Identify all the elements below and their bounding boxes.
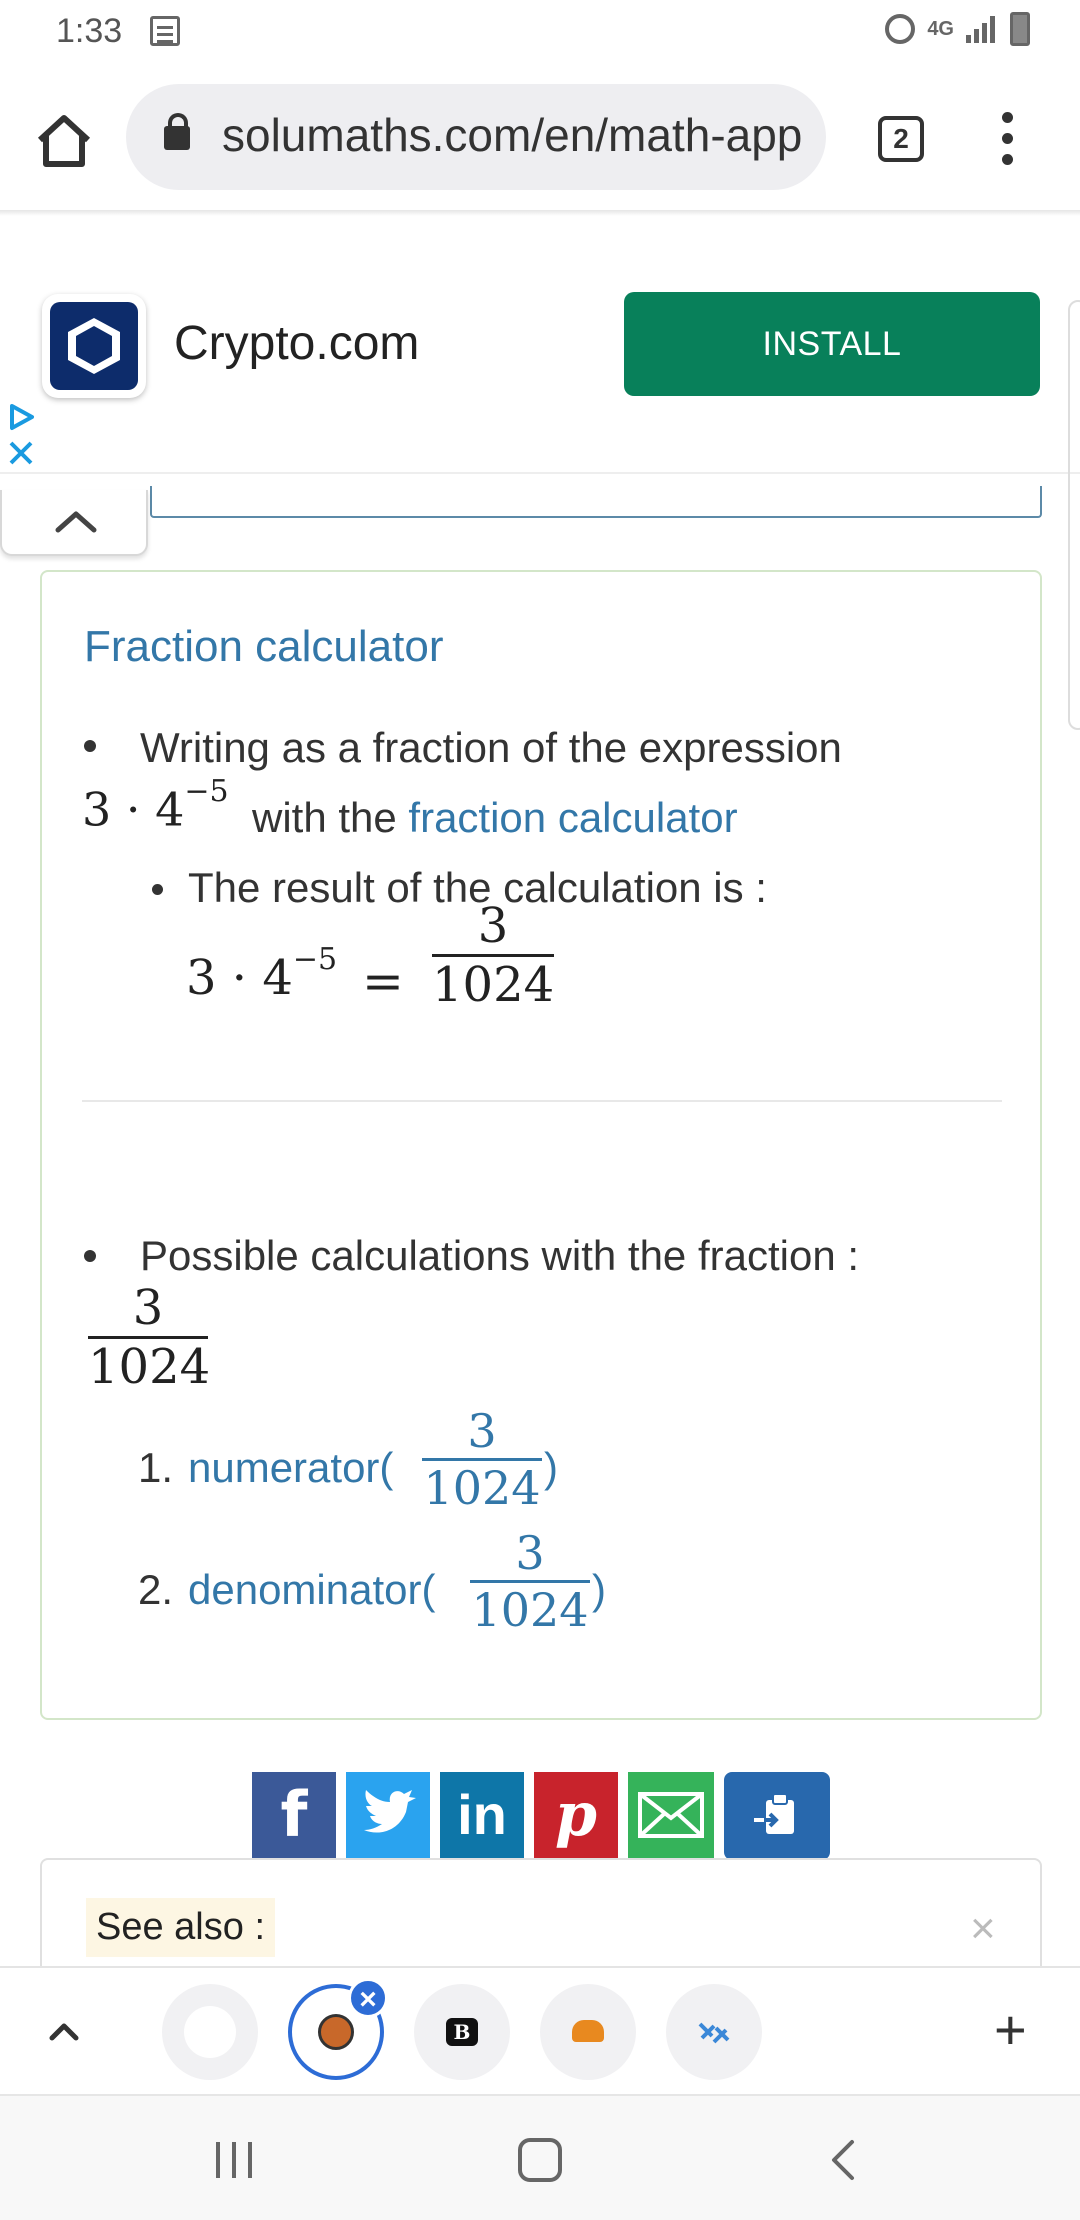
bullet	[152, 884, 163, 895]
ad-title[interactable]: Crypto.com	[174, 316, 419, 371]
numerator-link-fraction[interactable]: 3 1024	[422, 1404, 542, 1515]
share-facebook-button[interactable]: f	[252, 1772, 336, 1858]
copy-link-button[interactable]	[724, 1772, 830, 1860]
tab-switcher-button[interactable]: 2	[878, 116, 924, 162]
denominator-link-close[interactable]: )	[592, 1566, 606, 1614]
list-number-2: 2.	[138, 1566, 174, 1613]
result-denominator: 1024	[432, 957, 555, 1013]
ad-close-icon[interactable]	[6, 438, 36, 468]
ad-choices-icon[interactable]	[6, 402, 36, 432]
twitter-bird-icon	[364, 1790, 416, 1833]
solumaths-favicon	[318, 2014, 354, 2050]
section2-intro: Possible calculations with the fraction …	[140, 1232, 860, 1279]
result-numerator: 3	[477, 898, 509, 954]
card-title: Fraction calculator	[84, 622, 444, 671]
recent-apps-icon[interactable]	[216, 2142, 256, 2178]
mammoth-favicon	[572, 2020, 604, 2042]
ad-edge-frame	[1068, 300, 1080, 730]
fraction-numerator: 3	[132, 1280, 164, 1336]
more-menu-icon[interactable]	[992, 112, 1022, 166]
back-icon[interactable]	[824, 2138, 864, 2182]
address-bar[interactable]: solumaths.com/en/math-app	[126, 84, 826, 190]
result-lhs: 3 · 4−5	[186, 942, 338, 1006]
lock-icon	[164, 113, 190, 150]
share-email-button[interactable]	[628, 1772, 714, 1858]
chevron-up-icon[interactable]	[44, 2012, 84, 2052]
chevron-up-icon	[55, 511, 97, 533]
tab-blank[interactable]	[162, 1984, 258, 2080]
list-number-1: 1.	[138, 1444, 174, 1491]
pinterest-icon: p	[555, 1780, 597, 1850]
network-type-label: 4G	[927, 18, 954, 40]
alarm-icon	[885, 14, 916, 44]
system-home-icon[interactable]	[518, 2138, 562, 2182]
chain-favicon	[698, 2022, 730, 2044]
toolbar-shadow	[0, 210, 1080, 216]
section-divider	[82, 1100, 1002, 1102]
browser-toolbar: solumaths.com/en/math-app 2	[0, 64, 1080, 210]
bullet	[84, 1250, 96, 1262]
ad-banner[interactable]: Crypto.com INSTALL	[0, 248, 1080, 730]
bullet	[84, 740, 96, 752]
expression: 3 · 4−5	[82, 774, 229, 837]
fraction-calculator-card: Fraction calculator Writing as a fractio…	[40, 570, 1042, 1720]
numerator-link[interactable]: numerator(	[188, 1444, 393, 1492]
see-also-close-button[interactable]: ×	[970, 1904, 996, 1954]
status-time: 1:33	[56, 12, 123, 50]
tab-site-chain[interactable]	[666, 1984, 762, 2080]
link-fraction-numerator: 3	[515, 1526, 545, 1580]
previous-panel-edge	[150, 486, 1042, 518]
possible-fraction: 3 1024	[88, 1280, 211, 1395]
b-favicon: B	[446, 2018, 478, 2046]
link-fraction-numerator: 3	[467, 1404, 497, 1458]
share-pinterest-button[interactable]: p	[534, 1772, 618, 1858]
linkedin-icon: in	[457, 1783, 507, 1846]
see-also-label: See also :	[86, 1898, 275, 1957]
denominator-link[interactable]: denominator(	[188, 1566, 435, 1614]
signal-icon	[966, 15, 998, 43]
new-tab-button[interactable]: +	[994, 2002, 1027, 2058]
status-icons: 4G	[885, 12, 1030, 46]
status-bar: 1:33 4G	[0, 0, 1080, 64]
share-linkedin-button[interactable]: in	[440, 1772, 524, 1858]
news-notification-icon	[150, 16, 180, 46]
battery-charging-icon	[1010, 12, 1030, 46]
facebook-icon: f	[280, 1778, 308, 1851]
result-fraction: 3 1024	[432, 898, 554, 1013]
tab-strip: × B +	[0, 1966, 1080, 2094]
collapse-ad-button[interactable]	[0, 490, 148, 556]
denominator-link-fraction[interactable]: 3 1024	[470, 1526, 590, 1637]
fraction-calculator-link[interactable]: fraction calculator	[408, 794, 737, 841]
system-navigation-bar	[0, 2094, 1080, 2220]
home-icon[interactable]	[34, 110, 94, 170]
link-fraction-denominator: 1024	[471, 1583, 589, 1637]
url-text[interactable]: solumaths.com/en/math-app	[222, 108, 802, 162]
section1-intro: Writing as a fraction of the expression	[140, 724, 842, 771]
tab-site-b[interactable]: B	[414, 1984, 510, 2080]
share-twitter-button[interactable]	[346, 1772, 430, 1858]
section1-with-text: with the fraction calculator	[252, 794, 738, 841]
link-fraction-denominator: 1024	[423, 1461, 541, 1515]
clipboard-icon	[754, 1793, 794, 1834]
crypto-com-logo[interactable]	[42, 294, 146, 398]
numerator-link-close[interactable]: )	[544, 1444, 558, 1492]
close-tab-icon[interactable]: ×	[348, 1978, 388, 2018]
envelope-icon	[638, 1792, 704, 1838]
equals-sign: =	[362, 952, 404, 1010]
ad-divider	[0, 472, 1080, 474]
tab-site-mammoth[interactable]	[540, 1984, 636, 2080]
fraction-denominator: 1024	[88, 1339, 211, 1395]
install-button[interactable]: INSTALL	[624, 292, 1040, 396]
